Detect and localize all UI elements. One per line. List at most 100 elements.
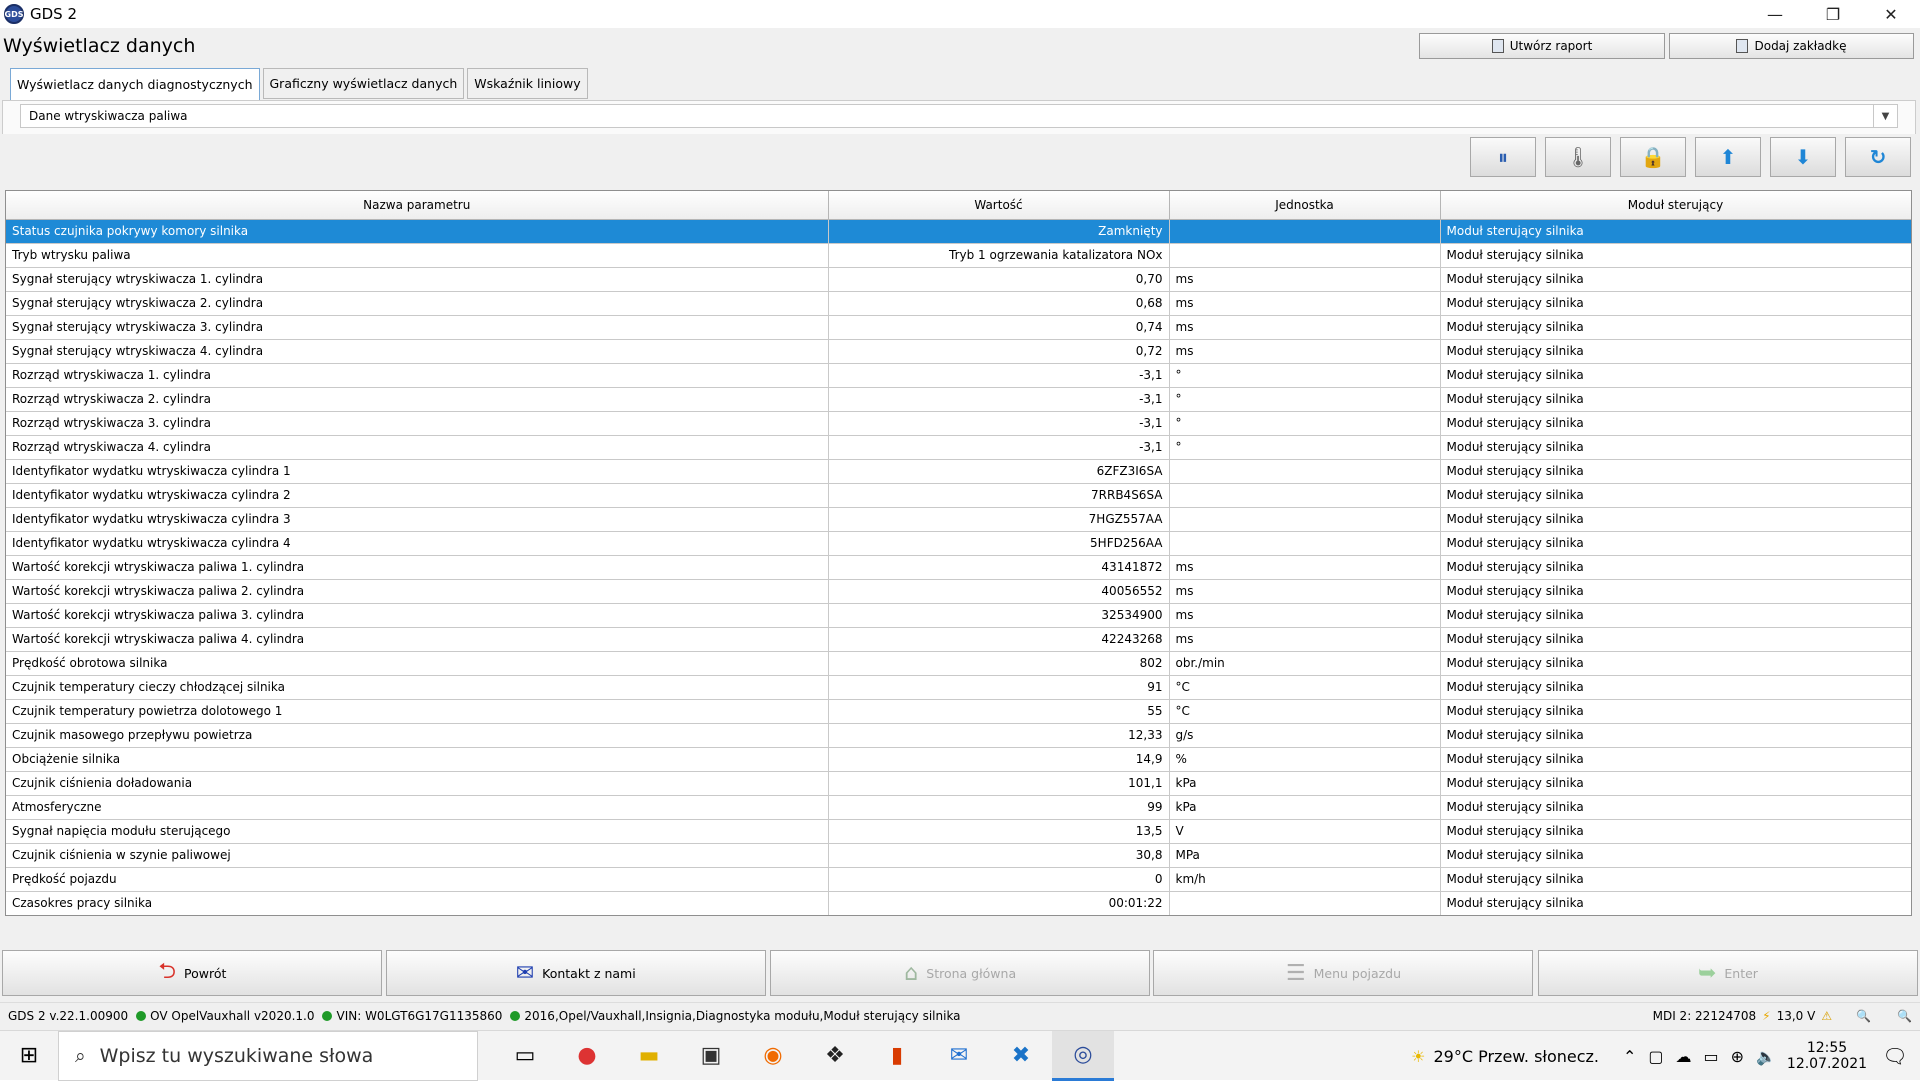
cell-unit: °C [1169,675,1441,700]
cell-value: 13,5 [828,819,1170,844]
close-icon[interactable]: ✕ [1862,0,1920,28]
table-row[interactable]: Czujnik ciśnienia doładowania 101,1 kPa Mod… [6,771,1911,796]
firefox-icon[interactable]: ◉ [742,1031,804,1081]
volume-icon[interactable]: 🔈 [1756,1047,1776,1066]
move-up-button[interactable]: ⬆ [1695,137,1761,177]
tab-diagnostic-data[interactable]: Wyświetlacz danych diagnostycznych [10,68,260,101]
cell-unit: ms [1169,579,1441,604]
column-header-parameter[interactable]: Nazwa parametru [6,191,829,220]
pause-button[interactable]: ⏸ [1470,137,1536,177]
table-row[interactable]: Rozrząd wtryskiwacza 1. cylindra -3,1 ° Mod… [6,363,1911,388]
table-row[interactable]: Czujnik masowego przepływu powietrza 12,3… [6,723,1911,748]
table-row[interactable]: Tryb wtrysku paliwa Tryb 1 ogrzewania kat… [6,243,1911,268]
table-row[interactable]: Sygnał sterujący wtryskiwacza 3. cylindr… [6,315,1911,340]
windows-start-icon[interactable]: ⊞ [0,1031,58,1081]
table-row[interactable]: Wartość korekcji wtryskiwacza paliwa 2. … [6,579,1911,604]
chevron-up-icon[interactable]: ⌃ [1623,1047,1636,1066]
data-group-select[interactable]: Dane wtryskiwacza paliwa ▼ [20,104,1898,128]
restore-icon[interactable]: ❐ [1804,0,1862,28]
battery-icon[interactable]: ▭ [1704,1047,1719,1066]
cell-module: Moduł sterujący silnika [1440,723,1911,748]
table-row[interactable]: Sygnał sterujący wtryskiwacza 2. cylindr… [6,291,1911,316]
gds-taskbar-icon[interactable]: ◎ [1052,1030,1114,1081]
table-row[interactable]: Czujnik temperatury cieczy chłodzącej si… [6,675,1911,700]
cell-module: Moduł sterujący silnika [1440,819,1911,844]
table-row[interactable]: Wartość korekcji wtryskiwacza paliwa 3. … [6,603,1911,628]
table-row[interactable]: Rozrząd wtryskiwacza 4. cylindra -3,1 ° Mod… [6,435,1911,460]
network-cloud-icon[interactable]: ☁ [1676,1047,1692,1066]
lock-button[interactable]: 🔒 [1620,137,1686,177]
cell-module: Moduł sterujący silnika [1440,507,1911,532]
mail-icon[interactable]: ✉ [928,1031,990,1081]
cell-module: Moduł sterujący silnika [1440,387,1911,412]
cell-unit [1169,891,1441,915]
tab-graphic-data[interactable]: Graficzny wyświetlacz danych [262,68,465,99]
freeze-button[interactable]: 🌡 [1545,137,1611,177]
parameter-table[interactable]: Nazwa parametru Wartość Jednostka Moduł … [5,190,1912,916]
status-vin: VIN: W0LGT6G17G1135860 [336,1008,503,1023]
cell-parameter-name: Rozrząd wtryskiwacza 1. cylindra [6,363,829,388]
cell-value: 6ZFZ3I6SA [828,459,1170,484]
arrow-down-icon: ⬇ [1794,145,1812,169]
table-row[interactable]: Czujnik ciśnienia w szynie paliwowej 30,8… [6,843,1911,868]
table-row[interactable]: Identyfikator wydatku wtryskiwacza cylin… [6,483,1911,508]
move-down-button[interactable]: ⬇ [1770,137,1836,177]
table-row[interactable]: Rozrząd wtryskiwacza 2. cylindra -3,1 ° Mod… [6,387,1911,412]
column-header-value[interactable]: Wartość [828,191,1170,220]
globe-icon[interactable]: ⊕ [1731,1047,1744,1066]
meet-icon[interactable]: ▢ [1648,1047,1663,1066]
table-row[interactable]: Wartość korekcji wtryskiwacza paliwa 1. … [6,555,1911,580]
cell-module: Moduł sterujący silnika [1440,315,1911,340]
cell-module: Moduł sterujący silnika [1440,651,1911,676]
office-icon[interactable]: ▮ [866,1031,928,1081]
table-row[interactable]: Identyfikator wydatku wtryskiwacza cylin… [6,531,1911,556]
cell-unit: V [1169,819,1441,844]
nav-button-back-arrow[interactable]: ⮌ Powrót [2,950,383,996]
column-header-unit[interactable]: Jednostka [1169,191,1441,220]
table-row[interactable]: Obciążenie silnika 14,9% Moduł sterujący s… [6,747,1911,772]
table-row[interactable]: Czasokres pracy silnika 00:01:22 Moduł ste… [6,891,1911,915]
taskbar-search[interactable]: ⌕ Wpisz tu wyszukiwane słowa [58,1030,478,1081]
table-row[interactable]: Czujnik temperatury powietrza dolotowego… [6,699,1911,724]
clock[interactable]: 12:55 12.07.2021 [1784,1040,1870,1072]
table-row[interactable]: Rozrząd wtryskiwacza 3. cylindra -3,1 ° Mod… [6,411,1911,436]
table-row[interactable]: Prędkość pojazdu 0 km/h Moduł sterujący sil… [6,867,1911,892]
cell-parameter-name: Sygnał sterujący wtryskiwacza 1. cylindr… [6,267,829,292]
cell-module: Moduł sterujący silnika [1440,435,1911,460]
task-view-icon[interactable]: ▭ [494,1031,556,1081]
minimize-icon[interactable]: — [1746,0,1804,28]
dropbox-icon[interactable]: ❖ [804,1031,866,1081]
notifications-icon[interactable]: 🗨 [1870,1044,1920,1068]
table-row[interactable]: Atmosferyczne 99 kPa Moduł sterujący silnik… [6,795,1911,820]
file-explorer-icon[interactable]: ▬ [618,1031,680,1081]
table-row[interactable]: Identyfikator wydatku wtryskiwacza cylin… [6,459,1911,484]
cell-unit [1169,243,1441,268]
xentry-icon[interactable]: ✖ [990,1031,1052,1081]
cell-parameter-name: Czujnik masowego przepływu powietrza [6,723,829,748]
create-report-button[interactable]: Utwórz raport [1419,33,1665,59]
tab-line-indicator[interactable]: Wskaźnik liniowy [467,68,588,99]
table-row[interactable]: Sygnał sterujący wtryskiwacza 1. cylindr… [6,267,1911,292]
table-row[interactable]: Sygnał napięcia modułu sterującego 13,5 V M… [6,819,1911,844]
weather-text[interactable]: 29°C Przew. słonecz. [1433,1047,1599,1066]
nav-button-envelope[interactable]: ✉ Kontakt z nami [385,950,766,996]
title-bar: GDS GDS 2 — ❐ ✕ [0,0,1920,28]
table-row[interactable]: Wartość korekcji wtryskiwacza paliwa 4. … [6,627,1911,652]
add-bookmark-button[interactable]: Dodaj zakładkę [1669,33,1914,59]
table-row[interactable]: Prędkość obrotowa silnika 802 obr./min Modu… [6,651,1911,676]
cell-value: 0,70 [828,267,1170,292]
zoom-in-icon[interactable]: 🔍 [1897,1009,1912,1023]
column-header-module[interactable]: Moduł sterujący [1440,191,1911,220]
chevron-down-icon[interactable]: ▼ [1873,105,1897,127]
table-row[interactable]: Sygnał sterujący wtryskiwacza 4. cylindr… [6,339,1911,364]
cell-module: Moduł sterujący silnika [1440,795,1911,820]
store-icon[interactable]: ▣ [680,1031,742,1081]
table-row[interactable]: Identyfikator wydatku wtryskiwacza cylin… [6,507,1911,532]
chrome-icon[interactable]: ● [556,1031,618,1081]
refresh-button[interactable]: ↻ [1845,137,1911,177]
cell-parameter-name: Czujnik ciśnienia w szynie paliwowej [6,843,829,868]
zoom-out-icon[interactable]: 🔍 [1856,1009,1871,1023]
cell-unit: ms [1169,555,1441,580]
arrow-up-icon: ⬆ [1719,145,1737,169]
table-row[interactable]: Status czujnika pokrywy komory silnika Za… [6,219,1911,244]
